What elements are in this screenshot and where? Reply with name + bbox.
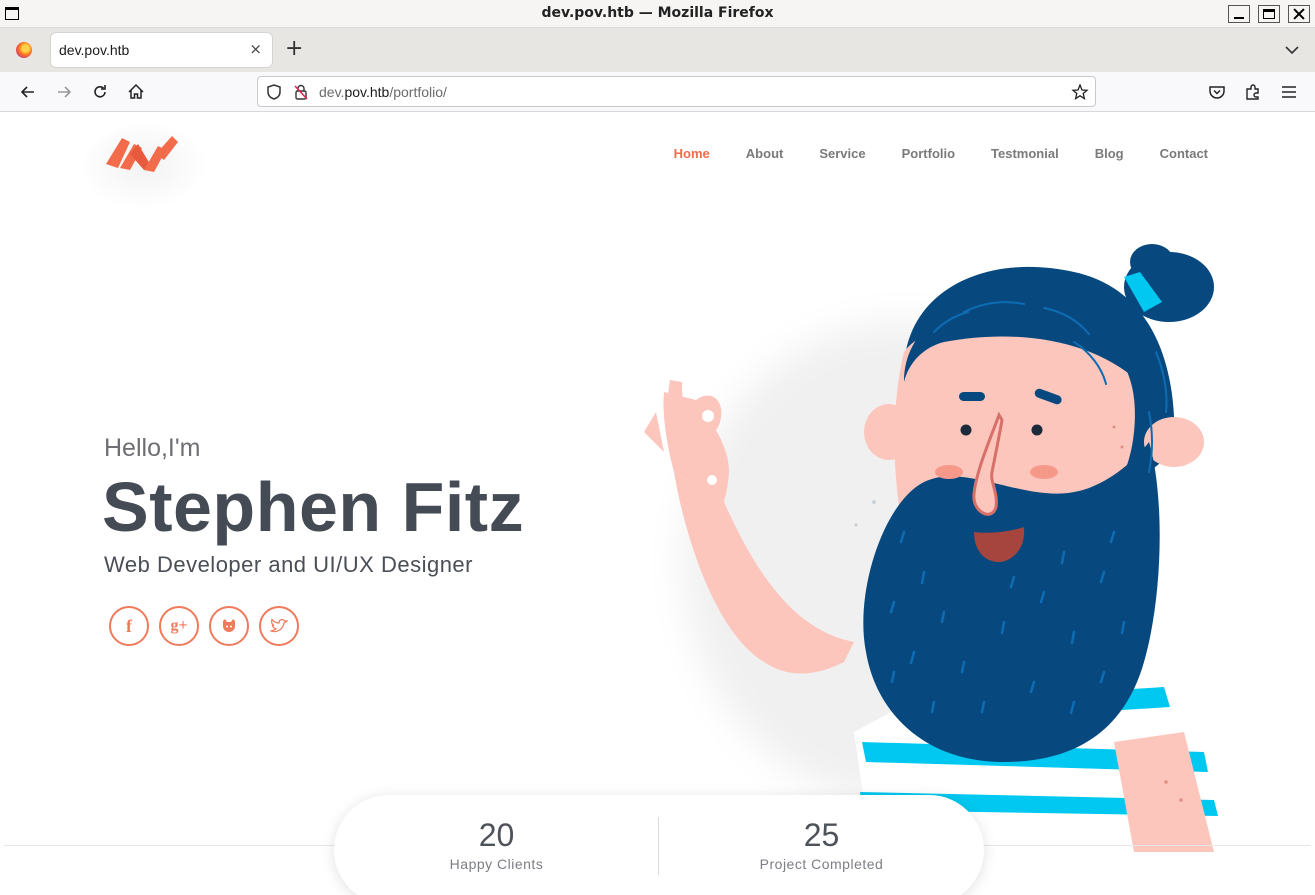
web-page: Home About Service Portfolio Testmonial Blog C…: [4, 112, 1311, 895]
window-title: dev.pov.htb — Mozilla Firefox: [541, 5, 774, 21]
back-arrow-icon[interactable]: [18, 82, 38, 102]
stat-happy-clients: 20 Happy Clients: [334, 817, 659, 872]
new-tab-button[interactable]: +: [285, 38, 303, 60]
browser-tab[interactable]: dev.pov.htb ×: [51, 33, 272, 67]
url-text[interactable]: dev.pov.htb/portfolio/: [319, 84, 447, 100]
window-titlebar: dev.pov.htb — Mozilla Firefox: [0, 0, 1315, 28]
nav-link-home[interactable]: Home: [674, 146, 710, 161]
github-icon: [223, 619, 235, 632]
navigation-toolbar: dev.pov.htb/portfolio/: [0, 72, 1315, 112]
tab-strip: dev.pov.htb × +: [0, 28, 1315, 72]
tab-title: dev.pov.htb: [59, 42, 130, 58]
google-plus-icon: g+: [170, 617, 188, 634]
close-window-button[interactable]: [1288, 5, 1310, 23]
nav-link-about[interactable]: About: [746, 146, 784, 161]
stats-card: 20 Happy Clients 25 Project Completed: [334, 795, 984, 895]
maximize-button[interactable]: [1258, 5, 1280, 23]
list-all-tabs-icon[interactable]: [1284, 42, 1300, 58]
tracking-protection-shield-icon[interactable]: [265, 83, 283, 101]
tab-close-icon[interactable]: ×: [249, 41, 262, 57]
stat-projects-completed: 25 Project Completed: [659, 817, 984, 872]
twitter-link[interactable]: [259, 606, 299, 646]
reload-icon[interactable]: [90, 82, 110, 102]
stat-label: Happy Clients: [449, 856, 544, 872]
forward-arrow-icon[interactable]: [54, 82, 74, 102]
hero-role: Web Developer and UI/UX Designer: [104, 552, 473, 577]
github-link[interactable]: [209, 606, 249, 646]
hero-name: Stephen Fitz: [102, 468, 525, 546]
insecure-lock-icon[interactable]: [292, 83, 310, 101]
nav-link-blog[interactable]: Blog: [1095, 146, 1124, 161]
app-menu-hamburger-icon[interactable]: [1279, 82, 1299, 102]
extensions-puzzle-icon[interactable]: [1243, 82, 1263, 102]
bookmark-star-icon[interactable]: [1071, 83, 1089, 101]
url-host-prefix: dev.: [319, 84, 345, 100]
nav-link-service[interactable]: Service: [819, 146, 865, 161]
stat-value: 25: [803, 817, 840, 853]
home-icon[interactable]: [126, 82, 146, 102]
url-path: /portfolio/: [389, 84, 447, 100]
facebook-icon: f: [126, 615, 132, 636]
facebook-link[interactable]: f: [109, 606, 149, 646]
nav-link-portfolio[interactable]: Portfolio: [902, 146, 955, 161]
minimize-button[interactable]: [1228, 5, 1250, 23]
nav-link-contact[interactable]: Contact: [1160, 146, 1208, 161]
nav-link-testmonial[interactable]: Testmonial: [991, 146, 1059, 161]
url-bar[interactable]: dev.pov.htb/portfolio/: [257, 76, 1096, 107]
site-logo[interactable]: [104, 134, 180, 174]
stat-label: Project Completed: [759, 856, 884, 872]
stat-value: 20: [478, 817, 515, 853]
twitter-icon: [270, 618, 288, 633]
social-links: f g+: [109, 606, 309, 646]
google-plus-link[interactable]: g+: [159, 606, 199, 646]
pocket-icon[interactable]: [1207, 82, 1227, 102]
bearded-man-illustration: [644, 244, 1221, 852]
main-menu: Home About Service Portfolio Testmonial Blog C…: [638, 146, 1208, 161]
hero-greeting: Hello,I'm: [104, 434, 201, 462]
firefox-view-icon[interactable]: [16, 42, 32, 58]
url-host: pov.htb: [344, 84, 390, 100]
